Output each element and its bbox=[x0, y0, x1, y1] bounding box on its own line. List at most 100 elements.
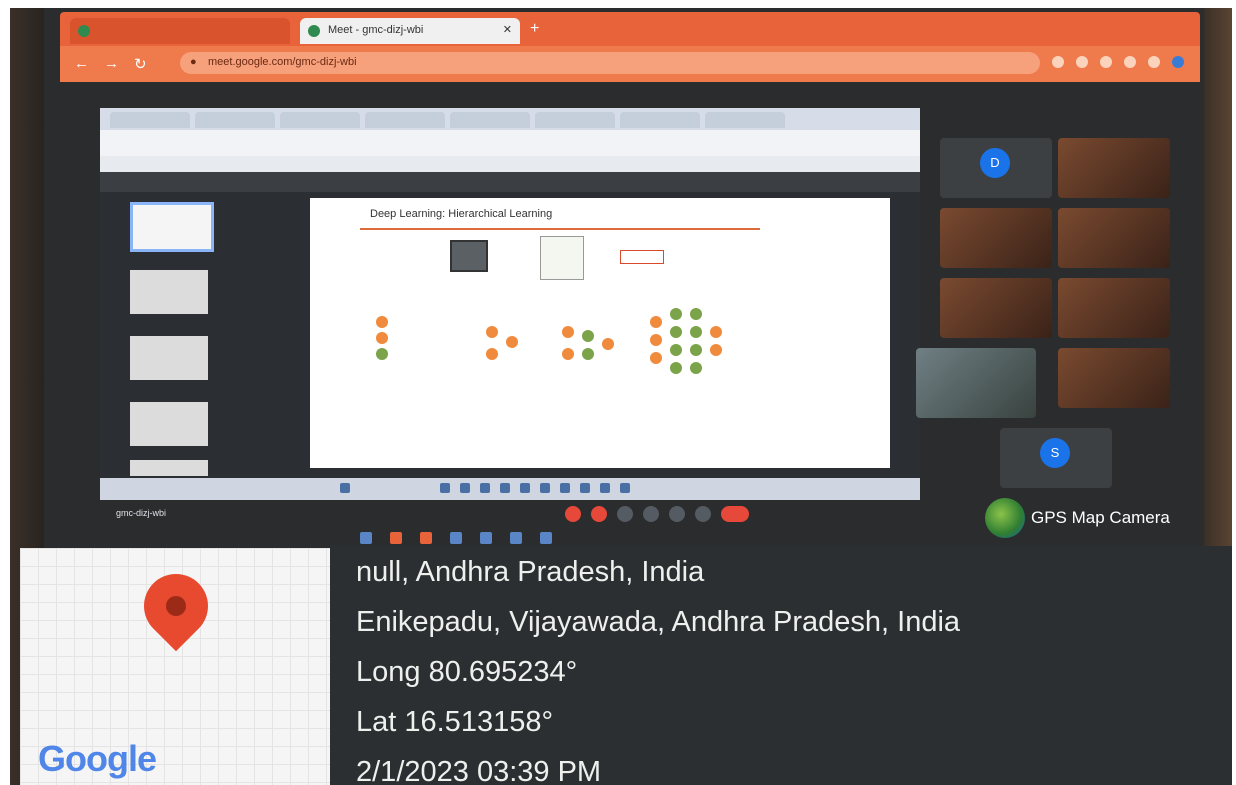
app-icon bbox=[540, 532, 552, 544]
app-icon bbox=[460, 483, 470, 493]
url-input[interactable]: ● meet.google.com/gmc-dizj-wbi bbox=[180, 52, 1040, 74]
app-icon bbox=[510, 532, 522, 544]
camera-image bbox=[450, 240, 488, 272]
meeting-code: gmc-dizj-wbi bbox=[116, 508, 167, 518]
chrome-icon bbox=[390, 532, 402, 544]
slide-thumbnail[interactable] bbox=[130, 270, 208, 314]
extension-icons bbox=[1052, 56, 1184, 68]
back-icon[interactable]: ← bbox=[74, 55, 89, 72]
mic-off-icon[interactable] bbox=[565, 506, 581, 522]
mlp-node bbox=[582, 330, 594, 342]
app-icon bbox=[620, 483, 630, 493]
deep-node bbox=[690, 344, 702, 356]
participant-tile[interactable]: D bbox=[940, 138, 1052, 198]
puzzle-icon[interactable] bbox=[1148, 56, 1160, 68]
photo-frame: Meet - gmc-dizj-wbi ✕ + ← → ↻ ● meet.goo… bbox=[10, 8, 1232, 785]
location-info: null, Andhra Pradesh, India Enikepadu, V… bbox=[330, 546, 1232, 785]
shared-tab-bar bbox=[100, 108, 920, 130]
latitude-line: Lat 16.513158° bbox=[356, 706, 554, 738]
app-icon bbox=[560, 483, 570, 493]
app-icon bbox=[440, 483, 450, 493]
app-icon bbox=[520, 483, 530, 493]
slide-thumbnail[interactable] bbox=[130, 336, 208, 380]
present-icon[interactable] bbox=[669, 506, 685, 522]
app-icon bbox=[600, 483, 610, 493]
chrome-icon bbox=[420, 532, 432, 544]
gps-badge-label: GPS Map Camera bbox=[1031, 508, 1170, 527]
lock-icon: ● bbox=[190, 56, 197, 68]
mlp-node bbox=[602, 338, 614, 350]
deep-node bbox=[690, 362, 702, 374]
slides-toolbar bbox=[100, 172, 920, 192]
participant-avatar: D bbox=[980, 148, 1010, 178]
shared-taskbar bbox=[100, 478, 920, 500]
close-icon[interactable]: ✕ bbox=[503, 23, 512, 36]
deep-node bbox=[710, 326, 722, 338]
presentation-banner bbox=[80, 86, 680, 106]
reload-icon[interactable]: ↻ bbox=[134, 55, 147, 73]
slide-thumbnail[interactable] bbox=[130, 460, 208, 476]
shared-tab bbox=[620, 112, 700, 128]
participant-tile[interactable] bbox=[1058, 348, 1170, 408]
deep-node bbox=[670, 344, 682, 356]
mlp-node bbox=[582, 348, 594, 360]
deep-node bbox=[710, 344, 722, 356]
shared-tab bbox=[195, 112, 275, 128]
shared-tab bbox=[365, 112, 445, 128]
tab-favicon-icon bbox=[78, 25, 90, 37]
participant-tile[interactable] bbox=[1058, 138, 1170, 198]
address-line: Enikepadu, Vijayawada, Andhra Pradesh, I… bbox=[356, 606, 961, 638]
app-icon bbox=[500, 483, 510, 493]
google-logo: Google bbox=[38, 738, 157, 779]
deep-node bbox=[670, 308, 682, 320]
slide-thumbnail[interactable] bbox=[130, 402, 208, 446]
title-underline bbox=[360, 228, 760, 230]
participant-tile[interactable] bbox=[1058, 278, 1170, 338]
browser-tab-bar: Meet - gmc-dizj-wbi ✕ + bbox=[60, 12, 1200, 46]
participant-tile[interactable] bbox=[940, 208, 1052, 268]
profile-icon[interactable] bbox=[1172, 56, 1184, 68]
more-icon[interactable] bbox=[695, 506, 711, 522]
slide-thumbnails bbox=[110, 196, 230, 476]
app-icon bbox=[360, 532, 372, 544]
hand-icon[interactable] bbox=[643, 506, 659, 522]
participant-tile[interactable] bbox=[940, 278, 1052, 338]
browser-tab-meet[interactable]: Meet - gmc-dizj-wbi ✕ bbox=[300, 18, 520, 44]
end-call-icon[interactable] bbox=[721, 506, 749, 522]
participant-tile[interactable]: S bbox=[1000, 428, 1112, 488]
deep-node bbox=[690, 326, 702, 338]
app-icon bbox=[540, 483, 550, 493]
cast-icon[interactable] bbox=[1052, 56, 1064, 68]
star-icon[interactable] bbox=[1124, 56, 1136, 68]
shared-tab bbox=[705, 112, 785, 128]
meet-favicon-icon bbox=[308, 25, 320, 37]
shared-tab bbox=[280, 112, 360, 128]
deep-node bbox=[650, 352, 662, 364]
address-toolbar: ← → ↻ ● meet.google.com/gmc-dizj-wbi bbox=[60, 46, 1200, 82]
perceptron-node bbox=[506, 336, 518, 348]
slide-thumbnail[interactable] bbox=[130, 202, 214, 252]
shared-tab bbox=[535, 112, 615, 128]
participant-tile[interactable] bbox=[1058, 208, 1170, 268]
legend-node bbox=[376, 316, 388, 328]
gps-badge: GPS Map Camera bbox=[985, 498, 1170, 538]
captions-icon[interactable] bbox=[617, 506, 633, 522]
deep-node bbox=[650, 316, 662, 328]
perceptron-node bbox=[486, 326, 498, 338]
shared-tab bbox=[450, 112, 530, 128]
globe-icon bbox=[985, 498, 1025, 538]
slide-title: Deep Learning: Hierarchical Learning bbox=[370, 208, 553, 220]
new-tab-icon[interactable]: + bbox=[530, 20, 539, 38]
datetime-line: 2/1/2023 03:39 PM bbox=[356, 756, 602, 785]
browser-tab-other[interactable] bbox=[70, 18, 290, 44]
zoom-icon[interactable] bbox=[1076, 56, 1088, 68]
participant-avatar: S bbox=[1040, 438, 1070, 468]
output-box bbox=[620, 250, 664, 264]
main-taskbar bbox=[160, 528, 960, 548]
participant-tile[interactable] bbox=[916, 348, 1036, 418]
shared-tab bbox=[110, 112, 190, 128]
deep-node bbox=[670, 362, 682, 374]
camera-off-icon[interactable] bbox=[591, 506, 607, 522]
forward-icon[interactable]: → bbox=[104, 55, 119, 72]
share-icon[interactable] bbox=[1100, 56, 1112, 68]
